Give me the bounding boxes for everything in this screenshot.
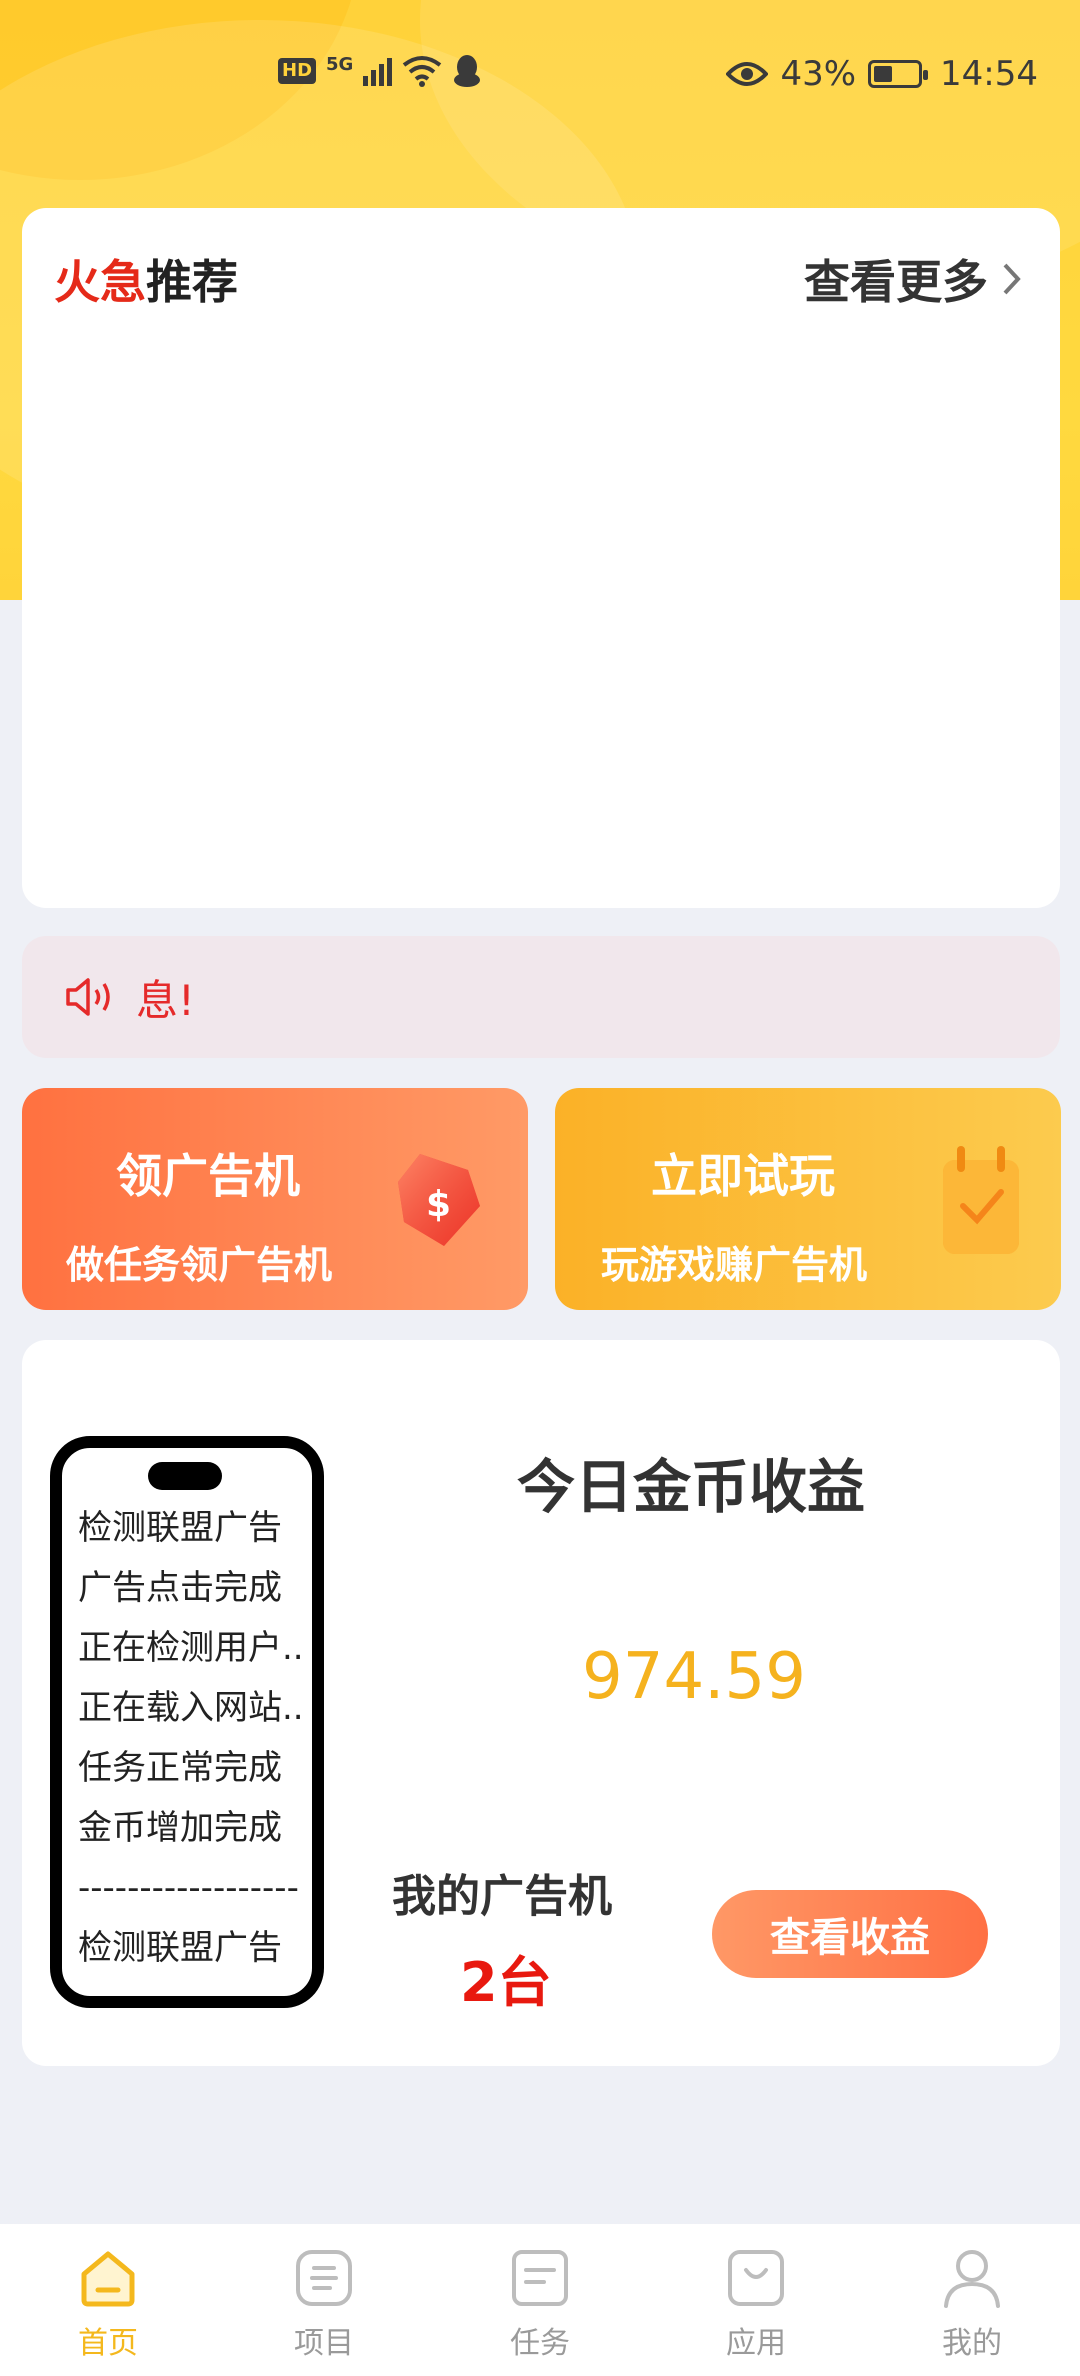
task-icon: [512, 2250, 568, 2306]
recommend-title: 火急推荐: [54, 246, 238, 312]
view-more-label: 查看更多: [804, 255, 988, 309]
speaker-icon: [66, 978, 110, 1016]
recommend-title-hot: 火急: [54, 255, 146, 309]
tab-project-label: 项目: [294, 2326, 354, 2361]
battery-icon: [868, 60, 929, 88]
phone-log-line: 检测联盟广告: [78, 1508, 282, 1548]
signal-icon: [363, 56, 393, 86]
my-ad-machine-count: 2台: [460, 1951, 552, 2014]
tab-mine[interactable]: 我的: [864, 2224, 1080, 2376]
get-ad-machine-card[interactable]: 领广告机 做任务领广告机 $: [22, 1088, 528, 1310]
tab-home[interactable]: 首页: [0, 2224, 216, 2376]
try-play-card[interactable]: 立即试玩 玩游戏赚广告机: [555, 1088, 1061, 1310]
tab-app-label: 应用: [726, 2326, 786, 2361]
user-icon: [944, 2250, 1000, 2308]
earnings-card: 检测联盟广告 广告点击完成 正在检测用户.. 正在载入网站.. 任务正常完成 金…: [22, 1340, 1060, 2066]
phone-log-line: 正在检测用户..: [78, 1628, 304, 1668]
battery-percent: 43%: [780, 54, 857, 94]
status-bar: HD 5G 43% 14:54: [0, 40, 1080, 110]
tab-app[interactable]: 应用: [648, 2224, 864, 2376]
bottom-tab-bar: 首页 项目 任务 应用 我的: [0, 2224, 1080, 2376]
chevron-right-icon: [1003, 263, 1021, 295]
today-earnings-title: 今日金币收益: [517, 1453, 866, 1521]
svg-text:$: $: [426, 1184, 451, 1225]
hd-badge: HD: [278, 58, 317, 84]
recommend-title-rest: 推荐: [146, 255, 238, 309]
calendar-check-icon: [943, 1146, 1019, 1254]
tab-mine-label: 我的: [942, 2326, 1002, 2361]
wifi-icon: [403, 56, 442, 87]
phone-log-line: 任务正常完成: [78, 1748, 282, 1788]
qq-icon: [454, 55, 481, 87]
phone-illustration: 检测联盟广告 广告点击完成 正在检测用户.. 正在载入网站.. 任务正常完成 金…: [50, 1436, 324, 2008]
notice-bar[interactable]: 息!: [22, 936, 1060, 1058]
home-icon: [81, 2251, 135, 2307]
view-earnings-button[interactable]: 查看收益: [712, 1890, 988, 1978]
my-ad-machine-label: 我的广告机: [392, 1871, 612, 1922]
tab-project[interactable]: 项目: [216, 2224, 432, 2376]
phone-log-line: 正在载入网站..: [78, 1688, 304, 1728]
tab-task-label: 任务: [510, 2326, 570, 2361]
phone-log-line: 广告点击完成: [78, 1568, 282, 1608]
get-ad-machine-title: 领广告机: [116, 1149, 300, 1203]
phone-log-line: ------------------: [78, 1868, 299, 1908]
phone-log-line: 金币增加完成: [78, 1808, 282, 1848]
clock: 14:54: [940, 54, 1038, 94]
network-type: 5G: [326, 53, 354, 75]
project-icon: [296, 2250, 352, 2306]
get-ad-machine-subtitle: 做任务领广告机: [66, 1243, 333, 1287]
eye-icon: [726, 62, 769, 86]
price-tag-icon: $: [398, 1154, 480, 1246]
try-play-subtitle: 玩游戏赚广告机: [601, 1243, 868, 1287]
app-bag-icon: [728, 2250, 784, 2306]
today-earnings-value: 974.59: [582, 1640, 806, 1714]
recommend-card: 火急推荐 查看更多: [22, 208, 1060, 908]
view-more-link[interactable]: 查看更多: [804, 246, 1022, 312]
tab-task[interactable]: 任务: [432, 2224, 648, 2376]
try-play-title: 立即试玩: [651, 1149, 835, 1203]
tab-home-label: 首页: [78, 2326, 138, 2361]
phone-log-line: 检测联盟广告: [78, 1928, 282, 1968]
notice-text: 息!: [136, 975, 195, 1025]
